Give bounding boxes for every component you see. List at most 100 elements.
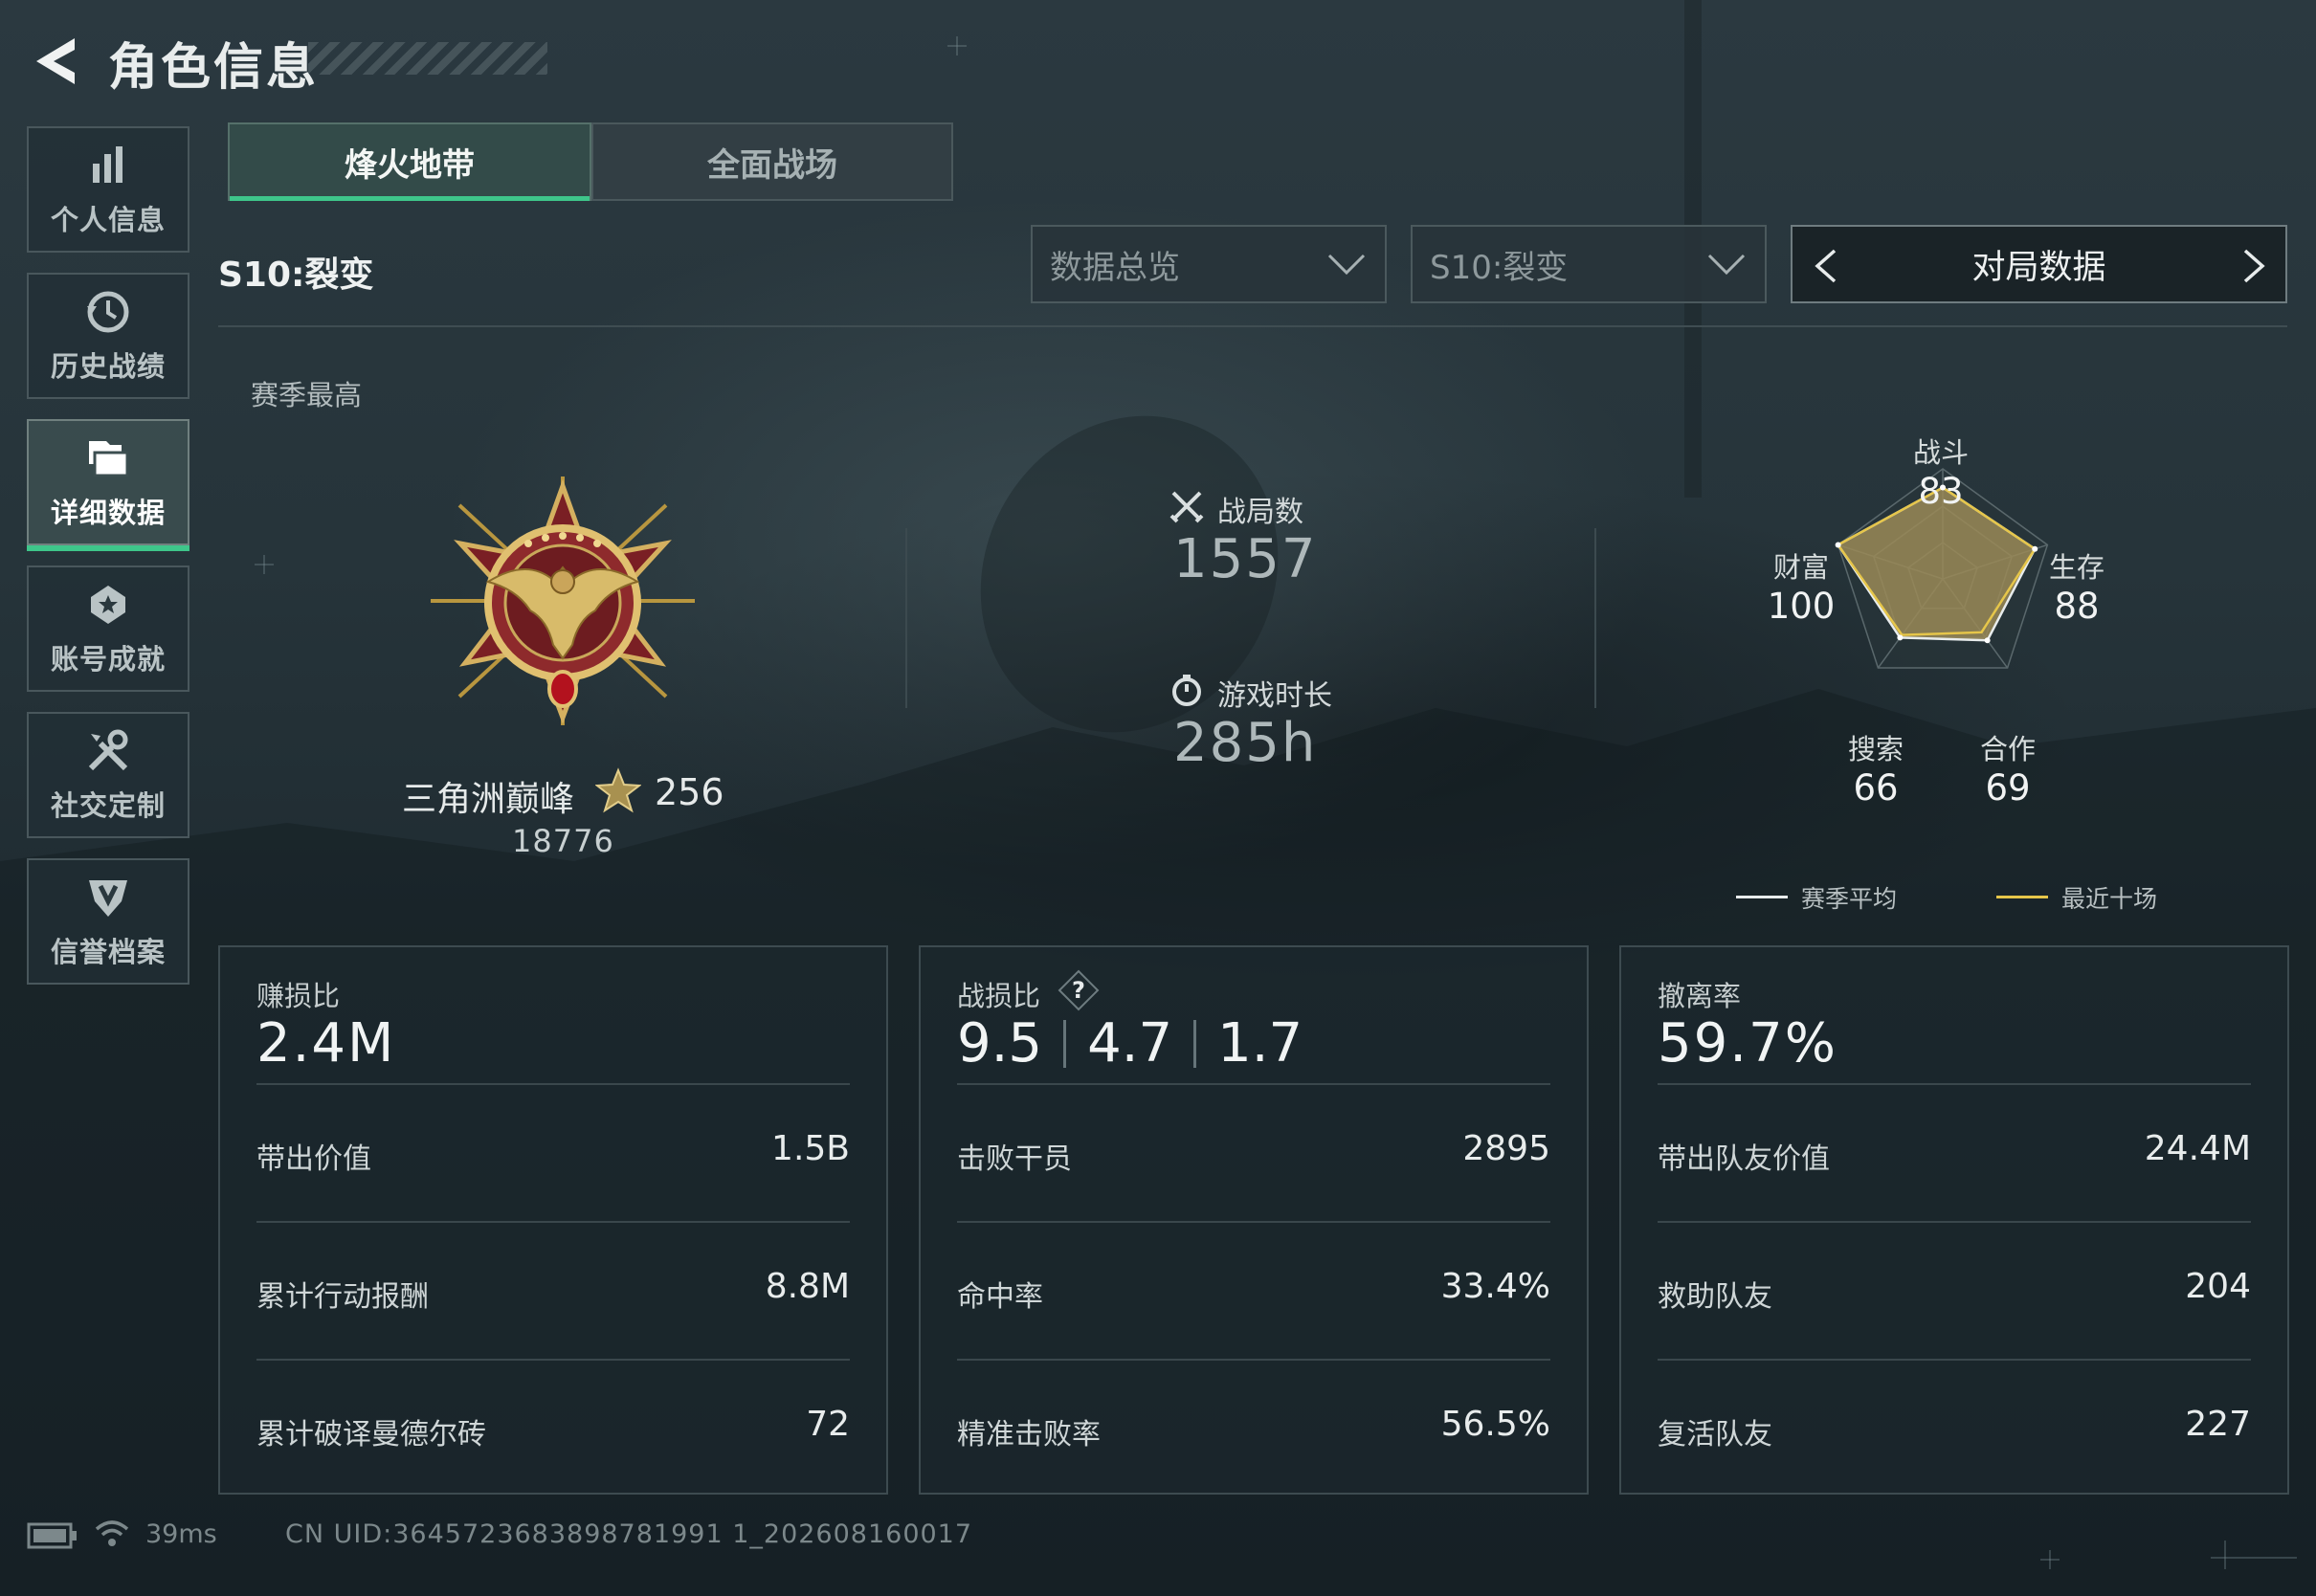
stat-label: 复活队友 <box>1658 1418 1772 1452</box>
shield-icon <box>89 880 127 917</box>
extraction-card: 撤离率 59.7% 带出队友价值 24.4M 救助队友 204 复活队友 227 <box>1619 945 2289 1495</box>
rank-emblem-icon <box>431 477 695 725</box>
card-label: 赚损比 <box>256 980 341 1012</box>
radar-axis-label: 搜索 <box>1847 733 1904 765</box>
stat-value: 56.5% <box>1440 1405 1550 1444</box>
sidebar-item-reputation[interactable]: 信誉档案 <box>27 858 189 985</box>
tab-label: 全面战场 <box>707 145 837 185</box>
season-select[interactable]: S10:裂变 <box>1411 225 1767 303</box>
season-label: S10:裂变 <box>218 255 374 295</box>
sidebar-item-personal-info[interactable]: 个人信息 <box>27 126 189 253</box>
season-select-value: S10:裂变 <box>1430 248 1569 287</box>
sidebar-item-label: 详细数据 <box>50 497 166 529</box>
sidebar-item-label: 账号成就 <box>50 643 166 676</box>
card-label: 战损比 <box>957 980 1041 1012</box>
card-main-value: 59.7% <box>1658 1012 1837 1075</box>
ping-text: 39ms <box>145 1519 217 1549</box>
rank-star-count: 256 <box>655 771 724 813</box>
sidebar-item-achievements[interactable]: 账号成就 <box>27 565 189 692</box>
sidebar-item-label: 信誉档案 <box>50 936 166 968</box>
kd-values: 9.5 4.7 1.7 <box>957 1012 1303 1075</box>
radar-axis-label: 生存 <box>2048 551 2104 584</box>
sidebar-item-history[interactable]: 历史战绩 <box>27 273 189 399</box>
crossed-swords-icon <box>1169 491 1204 523</box>
stat-label: 累计破译曼德尔砖 <box>256 1418 486 1452</box>
back-arrow-icon[interactable] <box>27 33 84 90</box>
stat-value: 33.4% <box>1440 1267 1550 1306</box>
divider <box>957 1221 1550 1223</box>
radar-axis-label: 财富 <box>1772 551 1829 584</box>
stat-label: 带出队友价值 <box>1658 1142 1830 1176</box>
tab-active-underline <box>230 196 590 201</box>
chevron-right-icon[interactable] <box>2236 248 2270 284</box>
help-icon[interactable]: ? <box>1057 968 1101 1012</box>
section-divider <box>218 325 2287 327</box>
svg-text:?: ? <box>1072 977 1085 1004</box>
active-indicator <box>27 545 189 551</box>
radar-axis-value: 88 <box>2054 586 2100 627</box>
kd-separator <box>1193 1019 1197 1068</box>
divider <box>957 1359 1550 1361</box>
radar-axis-value: 83 <box>1918 471 1964 512</box>
kd-separator <box>1063 1019 1067 1068</box>
vertical-divider <box>905 528 907 708</box>
data-type-pager: 对局数据 <box>1791 225 2287 303</box>
tab-havoc-warfare[interactable]: 全面战场 <box>591 122 953 201</box>
stat-label: 精准击败率 <box>957 1418 1101 1452</box>
star-icon <box>595 767 641 813</box>
sidebar-item-detailed-data[interactable]: 详细数据 <box>27 419 189 551</box>
radar-axis-label: 合作 <box>1979 733 2036 765</box>
divider <box>256 1359 850 1361</box>
legend-swatch-recent10 <box>1996 896 2048 898</box>
stat-value: 8.8M <box>765 1267 850 1306</box>
season-best-label: 赛季最高 <box>251 379 363 411</box>
divider <box>957 1083 1550 1085</box>
tab-label: 烽火地带 <box>345 145 475 185</box>
radar-point <box>1897 634 1904 641</box>
matches-value: 1557 <box>1173 528 1318 590</box>
sidebar-item-social[interactable]: 社交定制 <box>27 712 189 838</box>
view-select-value: 数据总览 <box>1050 248 1180 287</box>
stat-label: 累计行动报酬 <box>256 1280 429 1314</box>
rank-name: 三角洲巅峰 <box>402 780 575 819</box>
legend-season-avg: 赛季平均 <box>1801 885 1898 913</box>
chevron-down-icon <box>1707 254 1746 276</box>
kd-value: 9.5 <box>957 1012 1043 1075</box>
stat-value: 72 <box>806 1405 850 1444</box>
sidebar-item-label: 社交定制 <box>50 789 166 822</box>
rank-score: 18776 <box>512 823 614 859</box>
chevron-left-icon[interactable] <box>1810 248 1844 284</box>
card-label: 撤离率 <box>1658 980 1742 1012</box>
chevron-down-icon <box>1327 254 1366 276</box>
stat-label: 救助队友 <box>1658 1280 1772 1314</box>
kd-card: 战损比 ? 9.5 4.7 1.7 击败干员 2895 命中率 33.4% 精准… <box>919 945 1589 1495</box>
tools-icon <box>88 729 128 771</box>
stat-label: 命中率 <box>957 1280 1043 1314</box>
tab-hazard-ops[interactable]: 烽火地带 <box>228 122 591 201</box>
kd-value: 4.7 <box>1087 1012 1173 1075</box>
stat-label: 带出价值 <box>256 1142 371 1176</box>
view-select[interactable]: 数据总览 <box>1031 225 1387 303</box>
battery-icon <box>27 1522 77 1549</box>
bar-chart-icon <box>93 146 122 183</box>
divider <box>1658 1083 2251 1085</box>
radar-point <box>1984 637 1991 644</box>
divider <box>256 1221 850 1223</box>
radar-axis-value: 66 <box>1853 767 1899 809</box>
kd-value: 1.7 <box>1217 1012 1303 1075</box>
profit-card: 赚损比 2.4M 带出价值 1.5B 累计行动报酬 8.8M 累计破译曼德尔砖 … <box>218 945 888 1495</box>
history-icon <box>87 291 129 333</box>
playtime-value: 285h <box>1173 712 1318 774</box>
card-main-value: 2.4M <box>256 1012 396 1075</box>
playtime-label: 游戏时长 <box>1217 679 1332 713</box>
vertical-divider <box>1594 528 1596 708</box>
divider <box>256 1083 850 1085</box>
radar-axis-value: 100 <box>1767 586 1836 627</box>
matches-label: 战局数 <box>1217 496 1303 529</box>
radar-axis-label: 战斗 <box>1912 436 1969 469</box>
sidebar-item-label: 个人信息 <box>50 204 166 236</box>
pager-label: 对局数据 <box>1971 248 2106 287</box>
legend-recent10: 最近十场 <box>2061 885 2158 913</box>
uid-text: CN UID:3645723683898781991 1_20260816001… <box>285 1519 973 1549</box>
achievement-icon <box>91 586 125 624</box>
